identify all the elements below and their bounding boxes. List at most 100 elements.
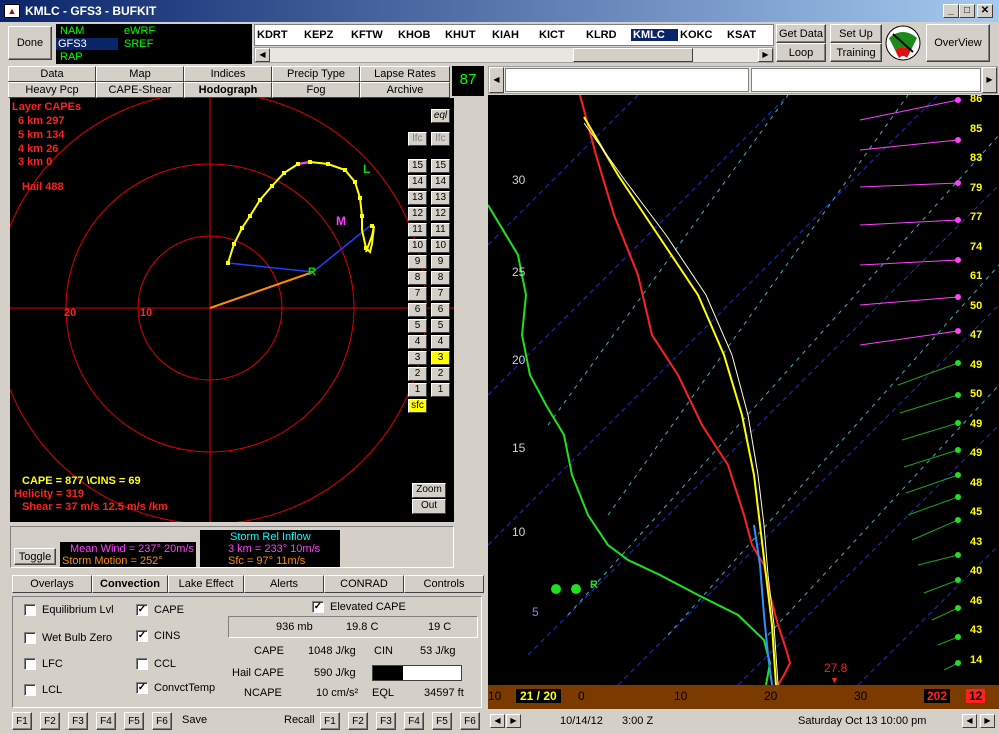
elevated-cape-checkbox[interactable]: ✓ — [312, 601, 324, 613]
zoom-out-button[interactable]: Out — [412, 499, 446, 514]
equilibrium-lvl-checkbox[interactable] — [24, 604, 36, 616]
cins-check[interactable]: ✓ CINS — [136, 630, 180, 642]
station-khob[interactable]: KHOB — [396, 29, 443, 41]
level-right-2[interactable]: 2 — [431, 367, 450, 381]
subtab-lake-effect[interactable]: Lake Effect — [168, 575, 244, 593]
level-left-9[interactable]: 9 — [408, 255, 427, 269]
skewt-sounding[interactable]: R 30 25 20 15 10 5 86 85 83 79 77 74 61 50 47 49 50 49 49 4… — [488, 95, 999, 685]
level-right-15[interactable]: 15 — [431, 159, 450, 173]
tab-heavy-pcp[interactable]: Heavy Pcp — [8, 82, 96, 98]
maximize-button[interactable]: □ — [959, 4, 975, 18]
level-right-5[interactable]: 5 — [431, 319, 450, 333]
subtab-convection[interactable]: Convection — [92, 575, 168, 593]
station-kokc[interactable]: KOKC — [678, 29, 725, 41]
subtab-controls[interactable]: Controls — [404, 575, 484, 593]
level-left-7[interactable]: 7 — [408, 287, 427, 301]
tab-data[interactable]: Data — [8, 66, 96, 82]
level-left-3[interactable]: 3 — [408, 351, 427, 365]
status-left-icon[interactable]: ◀ — [490, 714, 505, 728]
station-ksat[interactable]: KSAT — [725, 29, 772, 41]
fkey-left-f1[interactable]: F1 — [12, 712, 32, 730]
level-right-7[interactable]: 7 — [431, 287, 450, 301]
level-left-4[interactable]: 4 — [408, 335, 427, 349]
zoom-button[interactable]: Zoom — [412, 483, 446, 498]
wet-bulb-zero-check[interactable]: Wet Bulb Zero — [24, 632, 112, 644]
model-rap[interactable]: RAP — [58, 51, 85, 63]
scroll-right-icon[interactable]: ▶ — [758, 48, 773, 62]
subtab-conrad[interactable]: CONRAD — [324, 575, 404, 593]
level-left-14[interactable]: 14 — [408, 175, 427, 189]
fkey-right-f4[interactable]: F4 — [404, 712, 424, 730]
level-right-9[interactable]: 9 — [431, 255, 450, 269]
recall-label[interactable]: Recall — [284, 714, 315, 726]
level-left-13[interactable]: 13 — [408, 191, 427, 205]
time-track-right[interactable] — [751, 68, 981, 92]
model-sref[interactable]: SREF — [122, 38, 155, 50]
station-kftw[interactable]: KFTW — [349, 29, 396, 41]
overview-button[interactable]: OverView — [926, 24, 990, 62]
lfc-button-left[interactable]: lfc — [408, 132, 427, 146]
status-next-icon[interactable]: ▶ — [980, 714, 995, 728]
level-right-1[interactable]: 1 — [431, 383, 450, 397]
tab-cape-shear[interactable]: CAPE-Shear — [96, 82, 184, 98]
subtab-alerts[interactable]: Alerts — [244, 575, 324, 593]
time-track-left[interactable] — [505, 68, 749, 92]
status-right-icon[interactable]: ▶ — [506, 714, 521, 728]
save-label[interactable]: Save — [182, 714, 207, 726]
level-left-1[interactable]: 1 — [408, 383, 427, 397]
fkey-right-f5[interactable]: F5 — [432, 712, 452, 730]
station-kdrt[interactable]: KDRT — [255, 29, 302, 41]
level-right-10[interactable]: 10 — [431, 239, 450, 253]
fkey-right-f6[interactable]: F6 — [460, 712, 480, 730]
fkey-right-f1[interactable]: F1 — [320, 712, 340, 730]
level-right-8[interactable]: 8 — [431, 271, 450, 285]
time-right-icon[interactable]: ▶ — [982, 67, 997, 93]
ccl-check[interactable]: CCL — [136, 658, 176, 670]
model-gfs3[interactable]: GFS3 — [56, 38, 118, 50]
level-left-8[interactable]: 8 — [408, 271, 427, 285]
level-left-5[interactable]: 5 — [408, 319, 427, 333]
station-kict[interactable]: KICT — [537, 29, 584, 41]
fkey-left-f3[interactable]: F3 — [68, 712, 88, 730]
station-list[interactable]: KDRT KEPZ KFTW KHOB KHUT KIAH KICT KLRD KMLC KOKC… — [254, 24, 774, 46]
wet-bulb-zero-checkbox[interactable] — [24, 632, 36, 644]
level-right-6[interactable]: 6 — [431, 303, 450, 317]
cins-checkbox[interactable]: ✓ — [136, 630, 148, 642]
minimize-button[interactable]: _ — [943, 4, 959, 18]
station-kiah[interactable]: KIAH — [490, 29, 537, 41]
done-button[interactable]: Done — [8, 26, 52, 60]
convcttemp-checkbox[interactable]: ✓ — [136, 682, 148, 694]
lfc-checkbox[interactable] — [24, 658, 36, 670]
station-kepz[interactable]: KEPZ — [302, 29, 349, 41]
level-left-10[interactable]: 10 — [408, 239, 427, 253]
get-data-button[interactable]: Get Data — [776, 24, 826, 43]
fkey-left-f5[interactable]: F5 — [124, 712, 144, 730]
lfc-button-right[interactable]: lfc — [431, 132, 450, 146]
ccl-checkbox[interactable] — [136, 658, 148, 670]
loop-button[interactable]: Loop — [776, 43, 826, 62]
tab-archive[interactable]: Archive — [360, 82, 450, 98]
tab-indices[interactable]: Indices — [184, 66, 272, 82]
time-scrollbar[interactable]: ◀ ▶ — [488, 66, 998, 94]
tab-precip-type[interactable]: Precip Type — [272, 66, 360, 82]
close-button[interactable]: ✕ — [977, 4, 993, 18]
station-scrollbar[interactable]: ◀ ▶ — [254, 47, 774, 63]
tab-fog[interactable]: Fog — [272, 82, 360, 98]
subtab-overlays[interactable]: Overlays — [12, 575, 92, 593]
fkey-right-f2[interactable]: F2 — [348, 712, 368, 730]
fkey-left-f2[interactable]: F2 — [40, 712, 60, 730]
level-left-15[interactable]: 15 — [408, 159, 427, 173]
scroll-left-icon[interactable]: ◀ — [255, 48, 270, 62]
equilibrium-lvl-check[interactable]: Equilibrium Lvl — [24, 604, 114, 616]
level-left-12[interactable]: 12 — [408, 207, 427, 221]
level-right-12[interactable]: 12 — [431, 207, 450, 221]
level-left-11[interactable]: 11 — [408, 223, 427, 237]
model-nam[interactable]: NAM — [58, 25, 86, 37]
level-right-14[interactable]: 14 — [431, 175, 450, 189]
model-ewrf[interactable]: eWRF — [122, 25, 157, 37]
level-right-13[interactable]: 13 — [431, 191, 450, 205]
scroll-thumb[interactable] — [573, 48, 693, 62]
station-klrd[interactable]: KLRD — [584, 29, 631, 41]
lfc-check[interactable]: LFC — [24, 658, 63, 670]
level-right-4[interactable]: 4 — [431, 335, 450, 349]
